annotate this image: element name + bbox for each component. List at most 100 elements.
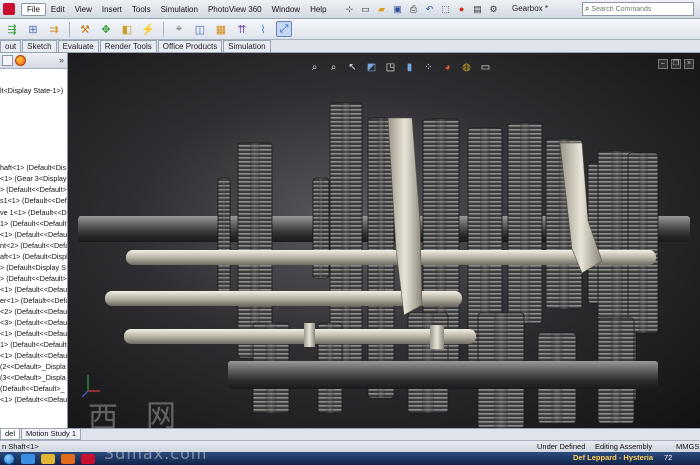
taskbar-media-icon[interactable] [61,453,75,464]
tab-sketch[interactable]: Sketch [22,40,57,52]
save-icon[interactable]: ▣ [392,3,404,15]
insert-components-icon[interactable]: ⇶ [4,21,20,37]
tree-panel-header: » [0,53,67,69]
menu-simulation[interactable]: Simulation [156,4,203,15]
main-toolbar: ⇶ ⊞ ⇉ ⚒ ✥ ◧ ⚡ ⌖ ◫ ▦ ⇈ ⌇ ⤢ [0,19,700,40]
tree-item[interactable]: <1> (Default<<Defau [0,350,67,361]
graphics-viewport[interactable]: ⌕ ⌕ ↖ ◩ ◳ ▮ ⁘ ◕ ◍ ▭ – ❐ × 西 网 [68,53,700,428]
tree-item[interactable]: nt<2> (Default<<Defa [0,240,67,251]
search-commands[interactable]: ⌕ [582,2,694,16]
menu-help[interactable]: Help [305,4,331,15]
status-mode: Editing Assembly [595,442,653,451]
reference-geometry-icon[interactable]: ⌖ [171,21,187,37]
new-motion-study-icon[interactable]: ◫ [192,21,208,37]
tree-item[interactable]: <1> (Gear 3<Display S [0,173,67,184]
gearbox-3d-model[interactable] [68,53,700,428]
smart-fasteners-icon[interactable]: ⚒ [77,21,93,37]
menu-insert[interactable]: Insert [97,4,127,15]
new-document-icon[interactable]: ▭ [360,3,372,15]
toolbar-separator [163,21,164,37]
undo-icon[interactable]: ↶ [424,3,436,15]
watermark-char-2: 西 [88,401,118,428]
tree-item[interactable]: <1> (Default<<Default [0,284,67,295]
tree-item[interactable]: er<1> (Default<<Defa [0,295,67,306]
tree-item[interactable]: <1> (Default<<Defau [0,394,67,405]
search-input[interactable] [591,5,682,13]
status-units[interactable]: MMGS [676,442,699,451]
tree-item[interactable] [0,107,67,118]
tree-item[interactable]: 1> (Default<<Default [0,218,67,229]
linear-pattern-icon[interactable]: ⇉ [46,21,62,37]
start-button-icon[interactable] [3,452,15,465]
print-icon[interactable]: ⎙ [408,3,420,15]
tab-model[interactable]: del [0,429,21,440]
tree-item[interactable]: <1> (Default<<Defau [0,229,67,240]
tree-item[interactable] [0,96,67,107]
tree-item[interactable] [0,140,67,151]
mate-icon[interactable]: ⊞ [25,21,41,37]
bottom-tabs: del Motion Study 1 [0,428,700,440]
bill-of-materials-icon[interactable]: ▦ [213,21,229,37]
exploded-view-icon[interactable]: ⇈ [234,21,250,37]
solidworks-logo[interactable] [3,3,15,15]
expand-panel-icon[interactable]: » [59,55,64,65]
show-hidden-icon[interactable]: ◧ [119,21,135,37]
appearance-tab-icon[interactable] [15,55,26,66]
explode-line-sketch-icon[interactable]: ⌇ [255,21,271,37]
instant3d-icon[interactable]: ⤢ [276,21,292,37]
command-manager-tabs: out Sketch Evaluate Render Tools Office … [0,40,700,53]
tree-item[interactable]: haft<1> (Default<Dis [0,162,67,173]
assembly-features-icon[interactable]: ⚡ [140,21,156,37]
gear-highlight [222,178,226,303]
menu-view[interactable]: View [70,4,97,15]
options-icon[interactable]: ⚙ [488,3,500,15]
menu-bar: File Edit View Insert Tools Simulation P… [0,0,700,19]
move-component-icon[interactable]: ✥ [98,21,114,37]
tree-item[interactable]: (2<<Default>_Displa [0,361,67,372]
tree-item[interactable]: <2> (Default<<Defau [0,306,67,317]
pin-icon[interactable]: ⊹ [344,3,356,15]
tab-office-products[interactable]: Office Products [157,40,223,52]
tree-item[interactable] [0,151,67,162]
tab-layout[interactable]: out [0,40,22,52]
taskbar-active-window[interactable]: Def Leppard - Hysteria [573,453,653,462]
menu-photoview[interactable]: PhotoView 360 [203,4,267,15]
feature-manager-tree: » lt<Display State-1>) haft<1> (Default<D… [0,53,68,428]
menu-tools[interactable]: Tools [127,4,156,15]
tab-simulation[interactable]: Simulation [223,40,271,52]
tree-item[interactable]: aft<1> (Default<Displ [0,251,67,262]
tree-item[interactable]: <1> (Default<<Defau [0,328,67,339]
menu-edit[interactable]: Edit [46,4,70,15]
file-properties-icon[interactable]: ▤ [472,3,484,15]
shift-rod-lower [124,329,476,344]
status-definition: Under Defined [537,442,586,451]
tree-item[interactable]: > (Default<<Default> [0,273,67,284]
taskbar-solidworks-icon[interactable] [81,453,95,464]
menu-window[interactable]: Window [267,4,305,15]
menu-file[interactable]: File [21,2,46,16]
taskbar-folder-icon[interactable] [41,453,55,464]
search-icon: ⌕ [585,4,590,13]
tree-item[interactable]: > (Default<Display S [0,262,67,273]
select-icon[interactable]: ⬚ [440,3,452,15]
traffic-light-icon[interactable]: ● [456,3,468,15]
tree-item[interactable] [0,118,67,129]
tree-item[interactable]: 1> (Default<<Default [0,339,67,350]
tab-evaluate[interactable]: Evaluate [57,40,99,52]
config-manager-tab-icon[interactable] [2,55,13,66]
tree-item[interactable]: lt<Display State-1>) [0,85,67,96]
gear-highlight [638,153,648,333]
tree-item[interactable] [0,129,67,140]
tree-item[interactable]: > (Default<<Default> [0,184,67,195]
tree-item[interactable]: <3> (Default<<Defau [0,317,67,328]
taskbar-ie-icon[interactable] [21,453,35,464]
open-folder-icon[interactable]: ▰ [376,3,388,15]
watermark-char-3: 网 [146,399,176,428]
tree-item[interactable]: ve 1<1> (Default<<D [0,207,67,218]
tab-render-tools[interactable]: Render Tools [99,40,157,52]
tree-item[interactable]: (3<<Default>_Displa [0,372,67,383]
tree-item[interactable]: s1<1> (Default<<Defa [0,195,67,206]
tree-item[interactable]: (Default<<Default>_ [0,383,67,394]
tab-motion-study[interactable]: Motion Study 1 [21,429,82,440]
toolbar-separator [69,21,70,37]
